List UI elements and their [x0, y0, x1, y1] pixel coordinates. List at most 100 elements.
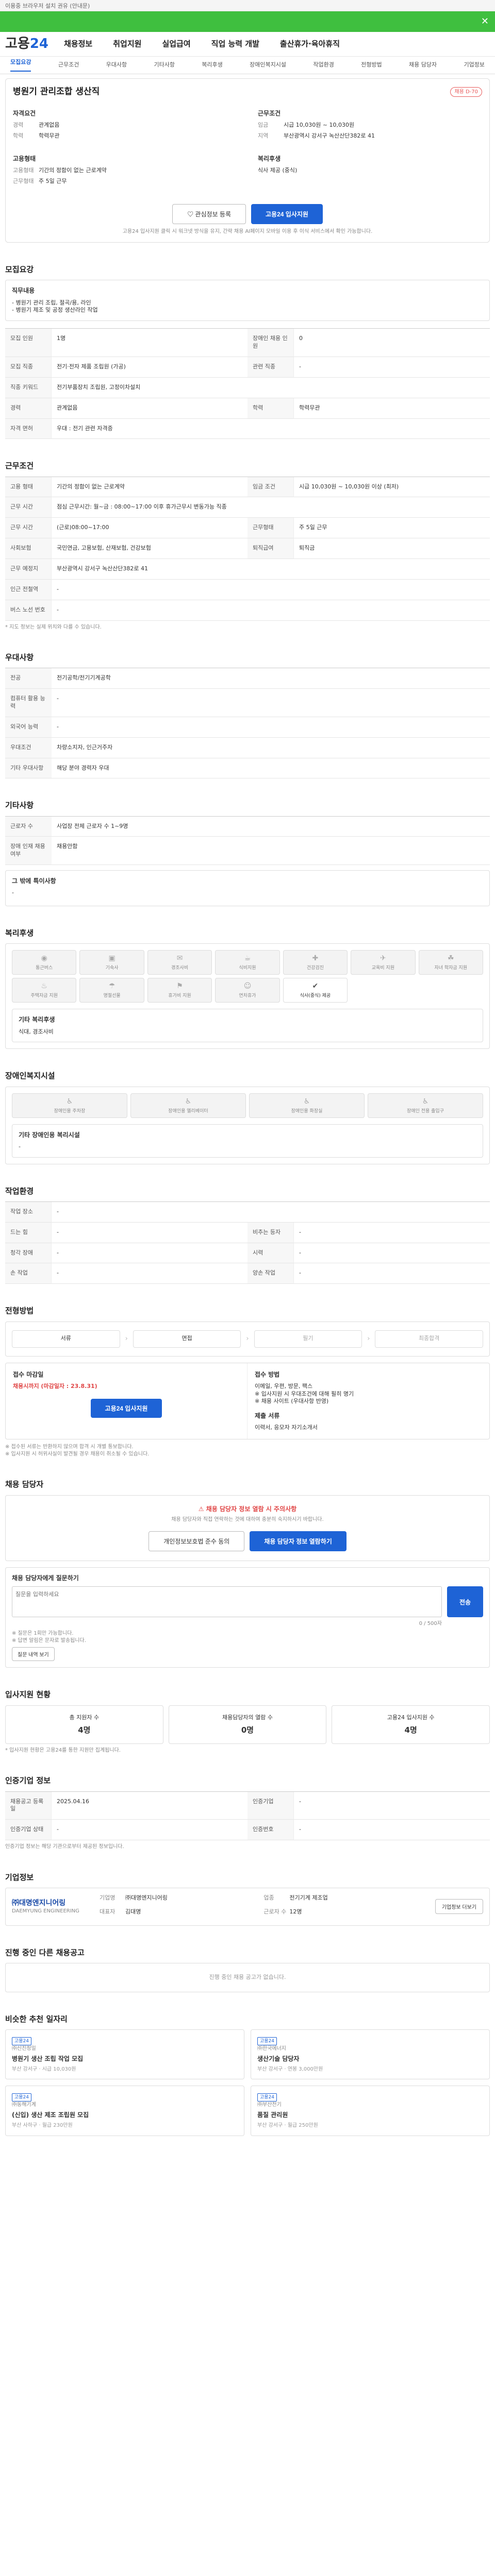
view-manager-button[interactable]: 채용 담당자 정보 열람하기 [250, 1531, 346, 1552]
row-value: 사업장 전체 근로자 수 1~9명 [57, 822, 128, 829]
tab-item[interactable]: 우대사항 [106, 61, 127, 69]
heart-icon: ♡ [187, 210, 195, 218]
welfare-icon: ◉ [41, 954, 47, 963]
welfare-icon: ☺ [243, 982, 252, 991]
conditions-label: 근무조건 [258, 109, 281, 117]
recommended-job-card[interactable]: 고용24 ㈜한국에너지 생산기술 담당자 부산 강서구 · 연봉 3,000만원 [251, 2029, 490, 2080]
welfare-icon: ▣ [108, 954, 116, 963]
etc-detail-box: 그 밖에 특이사항 - [5, 870, 490, 907]
row-value: - [52, 580, 490, 600]
row-key: 학력 [248, 398, 294, 419]
company-logo-en: DAEMYUNG ENGINEERING [12, 1908, 79, 1914]
info-key: 임금 [258, 122, 269, 129]
row-key: 모집 인원 [5, 329, 52, 357]
apply-button[interactable]: 고용24 입사지원 [251, 204, 323, 224]
row-key: 모집 직종 [5, 357, 52, 378]
tab-item[interactable]: 기타사항 [154, 61, 174, 69]
row-key: 관련 직종 [248, 357, 294, 378]
row-value: - [294, 1263, 490, 1284]
info-key: 경력 [13, 122, 24, 129]
accept-box: 접수 마감일 채용시까지 (마감일자 : 23.8.31) 고용24 입사지원 … [5, 1362, 490, 1440]
row-key: 우대조건 [5, 737, 52, 758]
disability-item: ♿ 장애인용 엘리베이터 [130, 1093, 246, 1118]
question-history-button[interactable]: 질문 내역 보기 [12, 1647, 55, 1662]
welfare-item: ♨ 주택자금 지원 [12, 978, 77, 1003]
disability-item-label: 장애인용 주차장 [54, 1108, 86, 1114]
section-tabs: 모집요강 근무조건 우대사항 기타사항 복리후생 장애인복지시설 작업환경 전형방법 채용 담당… [0, 57, 495, 74]
welfare-item-label: 통근버스 [36, 965, 53, 971]
tab-item[interactable]: 근무조건 [58, 61, 79, 69]
privacy-agree-button[interactable]: 개인정보보호법 준수 동의 [148, 1531, 245, 1552]
disability-item: ♿ 장애인용 화장실 [249, 1093, 365, 1118]
tab-item[interactable]: 채용 담당자 [409, 61, 437, 69]
row-value: - [294, 1243, 490, 1264]
promo-banner[interactable]: ✕ [0, 11, 495, 32]
welfare-value: 식사 제공 (중식) [258, 167, 298, 174]
job-title: 병원기 관리조합 생산직 [13, 87, 100, 97]
job-title[interactable]: (신입) 생산 제조 조립원 모집 [12, 2111, 238, 2119]
tab-item[interactable]: 작업환경 [313, 61, 334, 69]
row-value: 2025.04.16 [52, 1792, 248, 1820]
question-input[interactable] [12, 1586, 442, 1618]
job-company: ㈜신진정밀 [12, 2046, 36, 2052]
site-logo[interactable]: 고용24 [5, 35, 48, 53]
row-key: 근무 시간 [5, 518, 52, 539]
company-logo: ㈜대명엔지니어링 [12, 1899, 66, 1907]
close-icon[interactable]: ✕ [481, 15, 489, 28]
table-row: 컴퓨터 활용 능력 - [5, 689, 490, 717]
job-title[interactable]: 생산기술 담당자 [257, 2055, 483, 2063]
tab-item[interactable]: 모집요강 [10, 59, 31, 72]
welfare-item-label: 경조사비 [171, 965, 189, 971]
recommended-job-card[interactable]: 고용24 ㈜신진정밀 병원기 생산 조립 작업 모집 부산 강서구 · 시급 10,0… [5, 2029, 244, 2080]
recommended-job-card[interactable]: 고용24 ㈜동해기계 (신입) 생산 제조 조립원 모집 부산 사하구 · 월급 23… [5, 2086, 244, 2136]
info-row: 지역 부산광역시 강서구 녹산산단382로 41 [258, 132, 482, 140]
nav-menu-item[interactable]: 직업 능력 개발 [211, 39, 259, 49]
row-value: - [52, 600, 490, 621]
selection-step: 필기 [254, 1330, 362, 1348]
nav-menu-item[interactable]: 실업급여 [162, 39, 190, 49]
nav-menu-item[interactable]: 취업지원 [113, 39, 141, 49]
row-key: 인증번호 [248, 1820, 294, 1841]
welfare-item: ☕ 식비지원 [215, 950, 280, 975]
job-meta: 부산 강서구 · 연봉 3,000만원 [257, 2066, 323, 2072]
selection-apply-button[interactable]: 고용24 입사지원 [90, 1398, 162, 1418]
question-note: ※ 질문은 1회만 가능합니다. [12, 1631, 74, 1637]
welfare-item-label: 교육비 지원 [371, 965, 394, 971]
nav-menu-item[interactable]: 출산휴가·육아휴직 [280, 39, 340, 49]
row-value: - [294, 1820, 490, 1841]
tab-item[interactable]: 기업정보 [464, 61, 484, 69]
recommended-job-card[interactable]: 고용24 ㈜부산전기 품질 관리원 부산 강서구 · 월급 250만원 [251, 2086, 490, 2136]
info-key: 근무형태 [13, 177, 34, 184]
company-more-button[interactable]: 기업정보 더보기 [435, 1899, 483, 1914]
job-title[interactable]: 병원기 생산 조립 작업 모집 [12, 2055, 238, 2063]
nav-menu-item[interactable]: 채용정보 [64, 39, 92, 49]
row-key: 버스 노선 번호 [5, 600, 52, 621]
save-interest-button[interactable]: ♡ 관심정보 등록 [172, 204, 246, 224]
accessibility-icon: ♿ [185, 1097, 192, 1106]
welfare-icon: ☘ [448, 954, 454, 963]
arrow-icon: › [125, 1334, 128, 1343]
job-company: ㈜동해기계 [12, 2102, 36, 2108]
row-value: 부산광역시 강서구 녹산산단382로 41 [52, 559, 490, 580]
conditions-note: * 지도 정보는 실제 위치와 다를 수 있습니다. [5, 624, 102, 630]
main-menu: 채용정보 취업지원 실업급여 직업 능력 개발 출산휴가·육아휴직 [64, 39, 360, 49]
etc-title: 기타사항 [5, 801, 34, 810]
row-value: 주 5일 근무 [294, 518, 490, 539]
row-value: - [52, 1223, 248, 1243]
job-source-tag: 고용24 [257, 2037, 277, 2046]
row-value: 해당 분야 경력자 우대 [57, 764, 109, 771]
info-value: 관계없음 [39, 122, 60, 129]
tab-item[interactable]: 전형방법 [361, 61, 382, 69]
row-key: 근무 예정지 [5, 559, 52, 580]
welfare-icon: ✚ [312, 954, 319, 963]
info-key: 지역 [258, 132, 269, 139]
row-value: - [52, 1243, 248, 1264]
tab-item[interactable]: 복리후생 [202, 61, 222, 69]
question-send-button[interactable]: 전송 [447, 1586, 483, 1618]
info-key: 학력 [13, 132, 24, 139]
tab-item[interactable]: 장애인복지시설 [250, 61, 286, 69]
company-box: ㈜대명엔지니어링 DAEMYUNG ENGINEERING 기업명 ㈜대명엔지니어… [5, 1887, 490, 1926]
job-company: ㈜부산전기 [257, 2102, 282, 2108]
row-key: 양손 작업 [248, 1263, 294, 1284]
job-title[interactable]: 품질 관리원 [257, 2111, 483, 2119]
